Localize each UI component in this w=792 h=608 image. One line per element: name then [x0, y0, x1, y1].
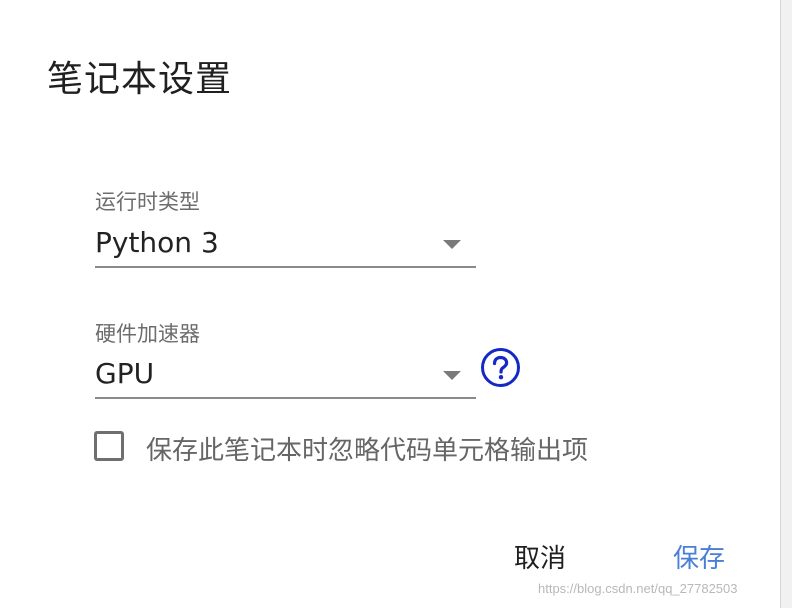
dialog-title: 笔记本设置: [47, 59, 233, 100]
question-circle-icon[interactable]: [480, 347, 521, 388]
notebook-settings-dialog: 笔记本设置 运行时类型 Python 3 硬件加速器 GPU 保存此笔记本时忽略…: [0, 0, 780, 608]
scrollbar-edge: [780, 0, 792, 608]
hardware-accelerator-value: GPU: [95, 357, 155, 390]
omit-output-label: 保存此笔记本时忽略代码单元格输出项: [146, 436, 589, 466]
dropdown-arrow-icon: [443, 371, 461, 380]
dropdown-arrow-icon: [443, 240, 461, 249]
hardware-accelerator-select[interactable]: GPU: [95, 353, 476, 399]
save-button[interactable]: 保存: [673, 538, 725, 575]
runtime-type-label: 运行时类型: [95, 190, 200, 214]
runtime-type-select[interactable]: Python 3: [95, 222, 476, 268]
cancel-button[interactable]: 取消: [514, 538, 566, 575]
omit-output-checkbox[interactable]: [94, 431, 124, 461]
hardware-accelerator-label: 硬件加速器: [95, 322, 200, 346]
runtime-type-value: Python 3: [95, 226, 219, 259]
watermark: https://blog.csdn.net/qq_27782503: [538, 581, 738, 596]
